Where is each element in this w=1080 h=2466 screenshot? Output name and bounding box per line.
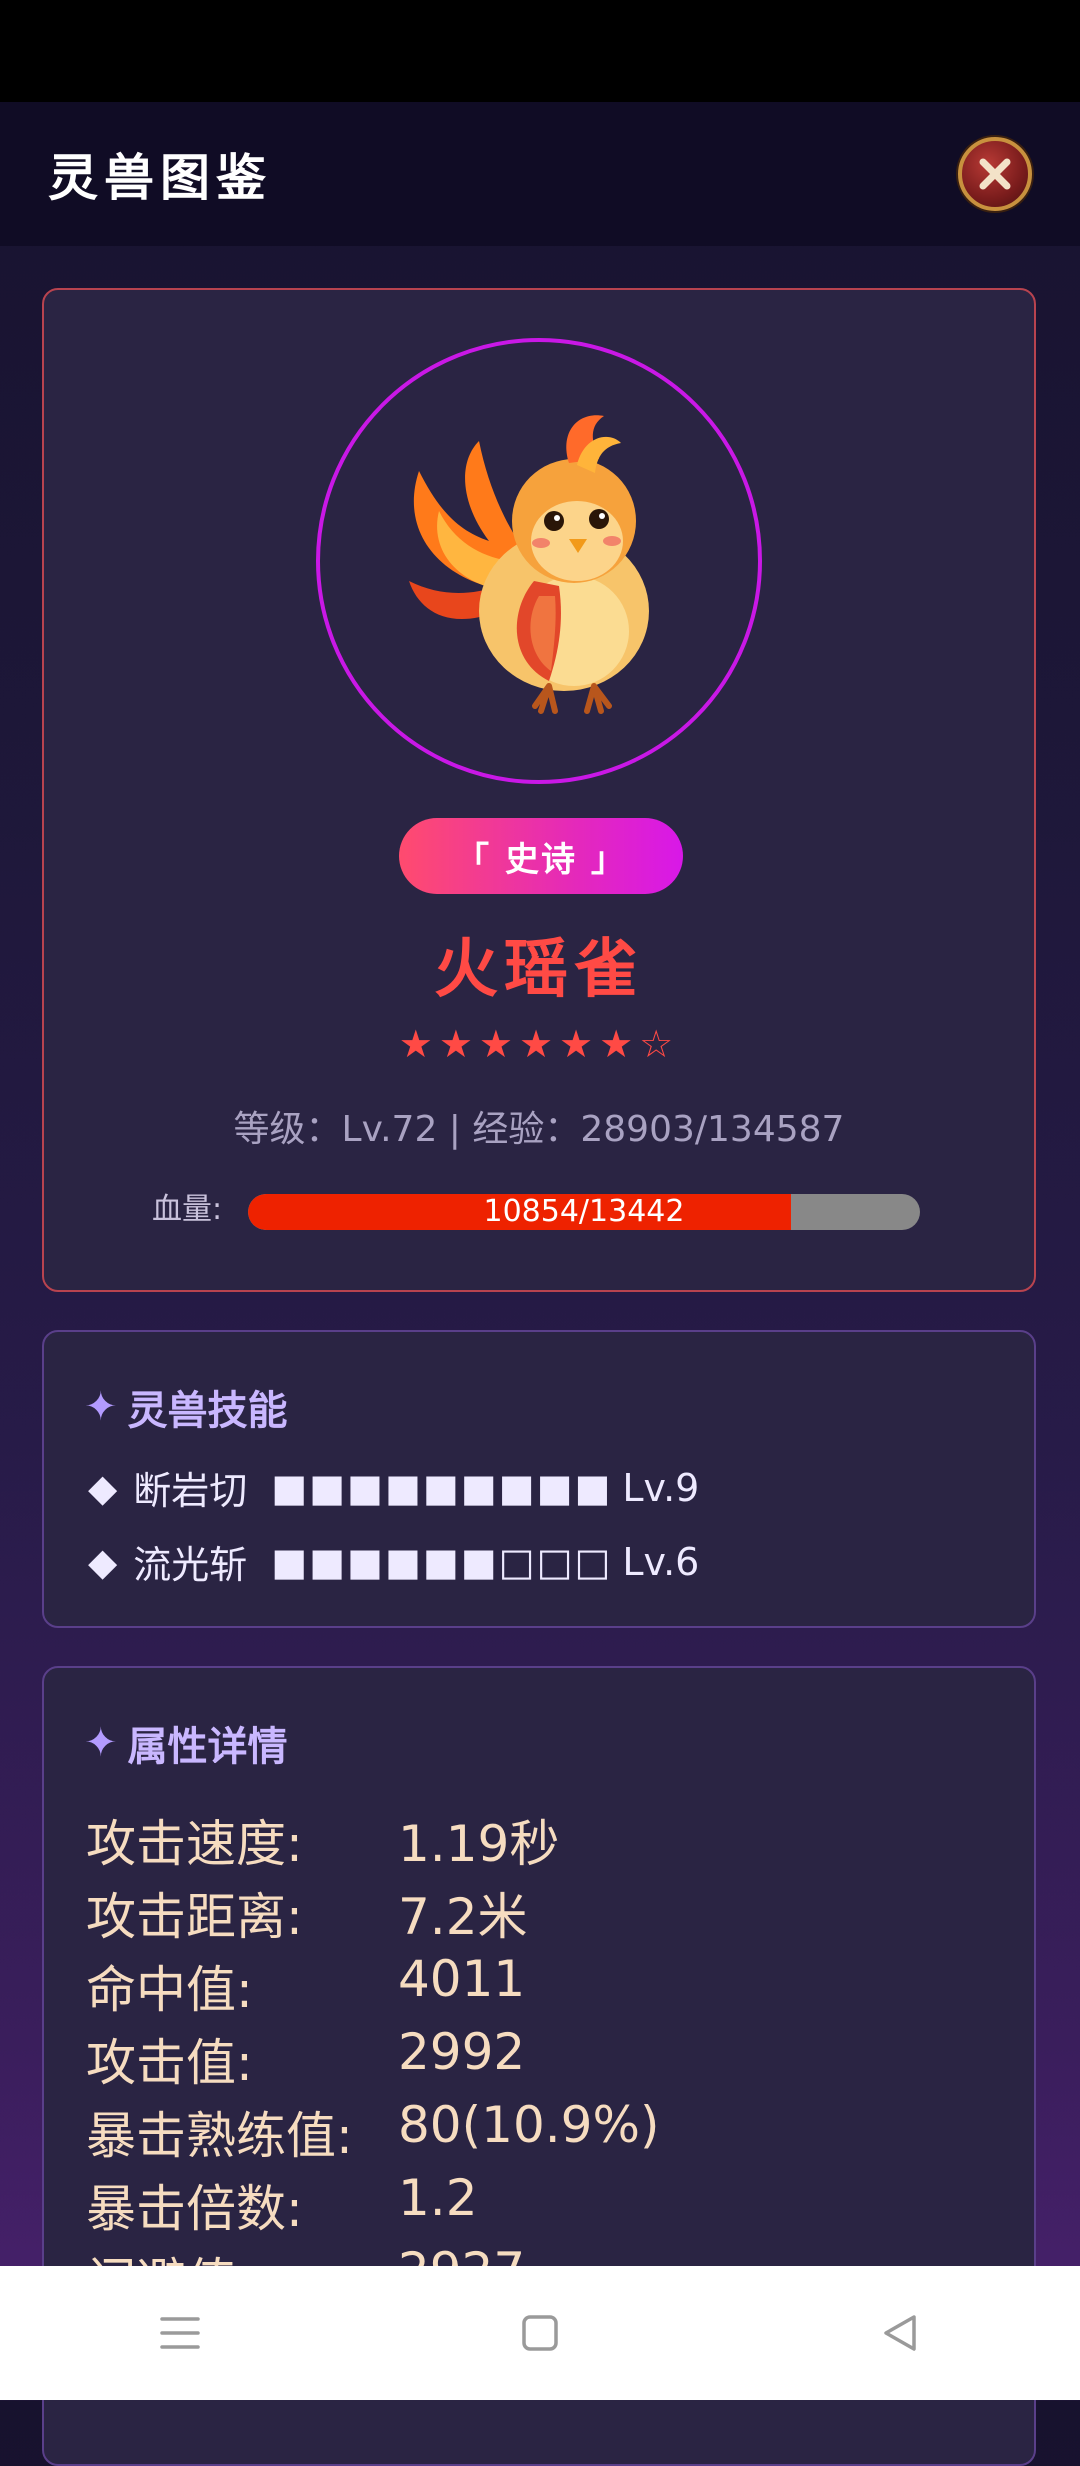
pet-name: 火瑶雀: [434, 933, 644, 1007]
attribute-value: 7.2米: [398, 1888, 528, 1946]
hp-value: 10854/13442: [483, 1194, 685, 1229]
attribute-row: 暴击熟练值: 80(10.9%): [86, 2096, 659, 2168]
attribute-row: 暴击倍数: 1.2: [86, 2169, 478, 2241]
back-button[interactable]: [860, 2293, 940, 2373]
level-exp-text: 等级：Lv.72 | 经验：28903/134587: [233, 1109, 845, 1150]
attribute-label: 攻击距离:: [86, 1888, 303, 1946]
menu-icon: [160, 2317, 200, 2349]
attribute-value: 2992: [398, 2023, 526, 2081]
menu-button[interactable]: [140, 2293, 220, 2373]
home-square-icon: [522, 2315, 558, 2351]
attribute-label: 暴击倍数:: [86, 2180, 303, 2238]
back-triangle-icon: [884, 2315, 916, 2351]
hp-bar: 10854/13442: [248, 1194, 920, 1230]
attribute-row: 攻击距离: 7.2米: [86, 1877, 528, 1949]
rarity-badge: 「 史诗 」: [399, 818, 683, 894]
status-bar: [0, 0, 1080, 102]
attribute-label: 攻击值:: [86, 2034, 253, 2092]
sparkle-icon: ✦: [84, 1720, 118, 1766]
page-title: 灵兽图鉴: [48, 149, 272, 207]
skill-level-bar: ■■■■■■□□□: [271, 1539, 613, 1584]
attributes-title-text: 属性详情: [127, 1724, 288, 1770]
attribute-value: 4011: [398, 1950, 526, 2008]
top-bar: 灵兽图鉴: [0, 102, 1080, 246]
attribute-value: 1.19秒: [398, 1815, 560, 1873]
sparkle-icon: ✦: [84, 1384, 118, 1430]
star-rating: ★★★★★★☆: [398, 1022, 680, 1066]
phoenix-bird-image: [409, 415, 649, 714]
skill-level: Lv.9: [622, 1465, 700, 1510]
attribute-value: 1.2: [398, 2169, 478, 2227]
diamond-bullet-icon: ◆: [88, 1465, 118, 1510]
attribute-label: 暴击熟练值:: [86, 2107, 353, 2165]
pet-card: 「 史诗 」 火瑶雀 ★★★★★★☆ 等级：Lv.72 | 经验：28903/1…: [42, 288, 1036, 1292]
hp-label: 血量:: [152, 1192, 223, 1227]
attribute-label: 攻击速度:: [86, 1815, 303, 1873]
attribute-label: 命中值:: [86, 1961, 253, 2019]
attribute-row: 攻击速度: 1.19秒: [86, 1804, 559, 1876]
attribute-row: 命中值: 4011: [86, 1950, 525, 2022]
attribute-row: 攻击值: 2992: [86, 2023, 525, 2095]
system-nav-bar: [0, 2266, 1080, 2400]
skills-card: ✦ 灵兽技能 ◆ 断岩切 ■■■■■■■■■ Lv.9 ◆ 流光斩 ■■■■■■…: [42, 1330, 1036, 1628]
diamond-bullet-icon: ◆: [88, 1539, 118, 1584]
skill-level: Lv.6: [622, 1539, 700, 1584]
skill-row: ◆ 流光斩 ■■■■■■□□□ Lv.6: [88, 1534, 699, 1589]
attribute-value: 80(10.9%): [398, 2096, 660, 2154]
skill-row: ◆ 断岩切 ■■■■■■■■■ Lv.9: [88, 1460, 699, 1515]
skill-level-bar: ■■■■■■■■■: [271, 1465, 613, 1510]
skills-title-text: 灵兽技能: [127, 1388, 288, 1434]
skills-section-title: ✦ 灵兽技能: [84, 1378, 288, 1436]
skill-name: 流光斩: [133, 1543, 248, 1587]
pet-portrait: [316, 338, 762, 784]
attributes-section-title: ✦ 属性详情: [84, 1714, 288, 1772]
home-button[interactable]: [500, 2293, 580, 2373]
close-button[interactable]: [958, 137, 1032, 211]
skill-name: 断岩切: [133, 1469, 248, 1513]
close-x-icon: [979, 158, 1011, 190]
